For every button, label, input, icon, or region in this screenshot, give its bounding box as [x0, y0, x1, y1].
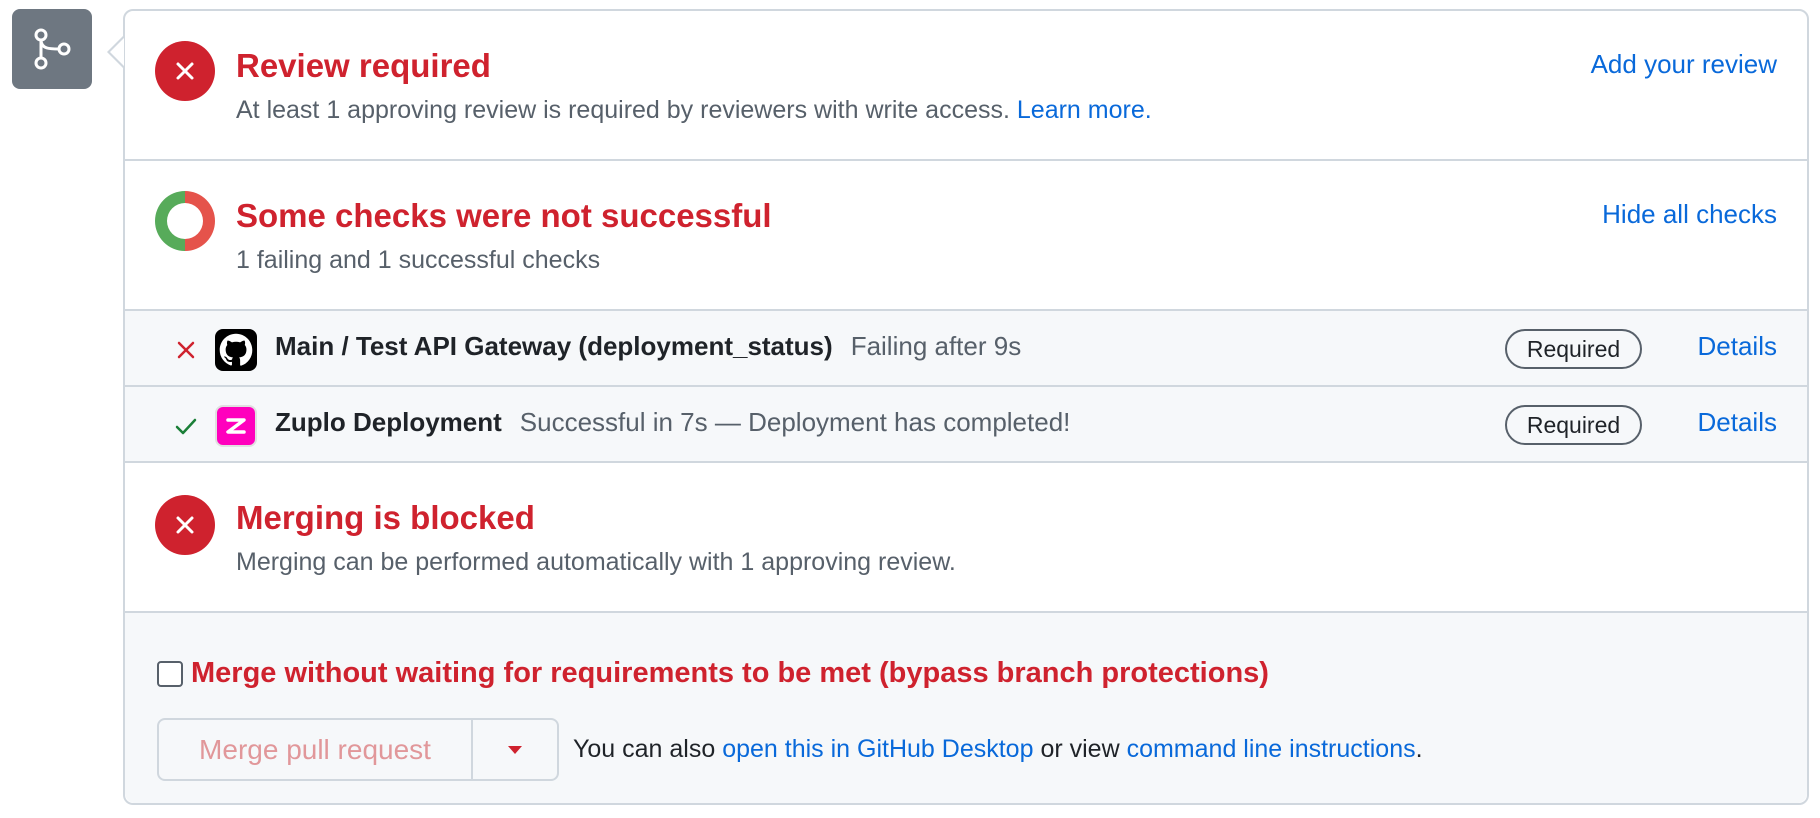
merge-pull-request-button[interactable]: Merge pull request [159, 720, 473, 779]
check-row-text: Zuplo Deployment Successful in 7s — Deplo… [275, 407, 1070, 438]
also-suffix: . [1415, 735, 1423, 763]
check-name: Zuplo Deployment [275, 407, 502, 437]
hide-checks-link[interactable]: Hide all checks [1602, 199, 1777, 230]
x-circle-icon [155, 41, 215, 101]
check-row-success: Zuplo Deployment Successful in 7s — Deplo… [125, 387, 1807, 463]
zuplo-icon [215, 405, 257, 447]
panel-pointer-fill [110, 38, 124, 66]
check-icon [173, 413, 199, 439]
checks-donut-icon [155, 191, 215, 251]
required-badge: Required [1505, 405, 1642, 445]
bypass-checkbox[interactable] [157, 660, 183, 687]
git-merge-icon [12, 9, 92, 89]
command-line-link[interactable]: command line instructions [1127, 735, 1416, 763]
github-desktop-link[interactable]: open this in GitHub Desktop [722, 735, 1033, 763]
also-middle: or view [1040, 735, 1120, 763]
x-circle-icon [155, 495, 215, 555]
required-badge: Required [1505, 329, 1642, 369]
merge-actions-section: Merge without waiting for requirements t… [125, 613, 1807, 803]
review-description-text: At least 1 approving review is required … [236, 96, 1010, 124]
caret-down-icon [508, 745, 522, 754]
merge-options-dropdown[interactable] [473, 720, 557, 779]
merge-button-group: Merge pull request [157, 718, 559, 781]
check-description: Failing after 9s [850, 331, 1022, 361]
check-name: Main / Test API Gateway (deployment_stat… [275, 331, 833, 361]
bypass-label[interactable]: Merge without waiting for requirements t… [191, 657, 1269, 690]
merge-box: Review required At least 1 approving rev… [123, 9, 1809, 805]
review-title: Review required [236, 47, 491, 84]
github-icon [215, 329, 257, 371]
add-review-link[interactable]: Add your review [1591, 49, 1777, 80]
learn-more-link[interactable]: Learn more. [1017, 96, 1152, 124]
checks-title: Some checks were not successful [236, 197, 772, 234]
bypass-option: Merge without waiting for requirements t… [157, 657, 1269, 690]
merge-status-section: Merging is blocked Merging can be perfor… [125, 463, 1807, 613]
also-prefix: You can also [573, 735, 716, 763]
review-section: Review required At least 1 approving rev… [125, 11, 1807, 161]
details-link[interactable]: Details [1698, 407, 1777, 438]
review-description: At least 1 approving review is required … [236, 96, 1152, 125]
alternative-options: You can also open this in GitHub Desktop… [573, 735, 1423, 764]
checks-section: Some checks were not successful 1 failin… [125, 161, 1807, 311]
merge-status-description: Merging can be performed automatically w… [236, 548, 956, 576]
check-row-failing: Main / Test API Gateway (deployment_stat… [125, 311, 1807, 387]
merge-status-title: Merging is blocked [236, 499, 535, 536]
check-description: Successful in 7s — Deployment has comple… [519, 407, 1071, 437]
checks-summary: 1 failing and 1 successful checks [236, 246, 601, 274]
details-link[interactable]: Details [1698, 331, 1777, 362]
x-icon [173, 337, 199, 363]
check-row-text: Main / Test API Gateway (deployment_stat… [275, 331, 1021, 362]
